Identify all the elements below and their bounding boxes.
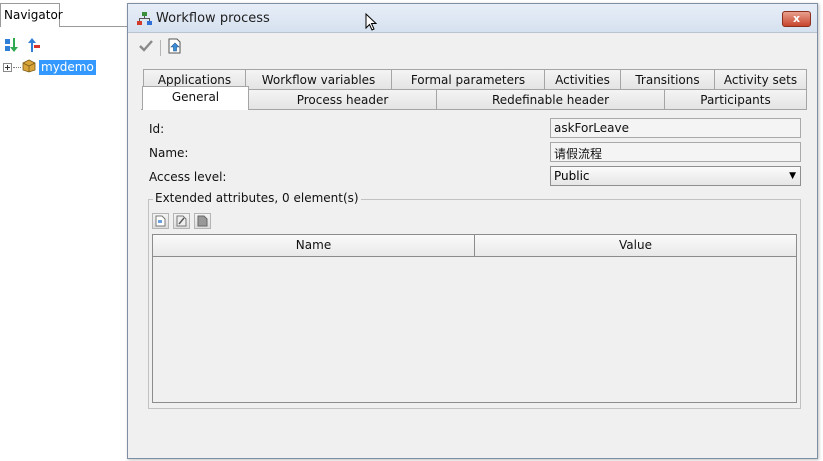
navigator-tab-label: Navigator — [4, 8, 63, 22]
navigator-toolbar — [4, 37, 40, 53]
package-icon — [22, 59, 36, 76]
navigator-tab-divider — [60, 26, 130, 27]
access-level-select[interactable]: Public ▼ — [550, 166, 801, 186]
new-attribute-button[interactable] — [152, 213, 169, 229]
navigator-tab[interactable]: Navigator — [0, 3, 63, 27]
navigator-tree: mydemo — [3, 59, 96, 76]
tab-general[interactable]: General — [142, 86, 249, 110]
move-up-icon[interactable] — [26, 37, 40, 53]
close-button[interactable]: x — [782, 11, 811, 27]
tab-workflow-variables[interactable]: Workflow variables — [245, 69, 392, 90]
tab-participants[interactable]: Participants — [664, 89, 807, 110]
id-label: Id: — [149, 122, 165, 136]
column-header-value[interactable]: Value — [475, 235, 796, 257]
tab-formal-parameters[interactable]: Formal parameters — [391, 69, 545, 90]
dialog-toolbar — [138, 38, 183, 57]
extended-attributes-toolbar — [152, 213, 211, 229]
name-field[interactable]: 请假流程 — [550, 142, 801, 162]
move-down-icon[interactable] — [4, 37, 18, 53]
new-document-icon — [155, 215, 166, 227]
delete-document-icon — [197, 215, 208, 227]
column-header-name[interactable]: Name — [153, 235, 475, 257]
tab-activities[interactable]: Activities — [544, 69, 621, 90]
access-level-value: Public — [554, 169, 590, 183]
tab-transitions[interactable]: Transitions — [620, 69, 715, 90]
extended-attributes-table[interactable]: Name Value — [152, 234, 797, 403]
extended-attributes-label: Extended attributes, 0 element(s) — [153, 191, 361, 205]
workflow-icon — [137, 12, 153, 29]
delete-attribute-button[interactable] — [194, 213, 211, 229]
export-document-icon[interactable] — [167, 38, 183, 57]
access-level-label: Access level: — [149, 170, 227, 184]
apply-checkmark-icon[interactable] — [138, 39, 154, 56]
id-field[interactable]: askForLeave — [550, 118, 801, 138]
dialog-titlebar[interactable]: Workflow process x — [128, 4, 817, 33]
mouse-pointer-icon — [365, 12, 378, 34]
expand-icon[interactable] — [3, 63, 12, 72]
tree-connector — [13, 66, 21, 69]
toolbar-separator — [160, 39, 161, 56]
tab-process-header[interactable]: Process header — [248, 89, 437, 110]
tab-redefinable-header[interactable]: Redefinable header — [436, 89, 665, 110]
edit-attribute-button[interactable] — [173, 213, 190, 229]
tree-item-mydemo[interactable]: mydemo — [39, 60, 96, 75]
chevron-down-icon: ▼ — [789, 171, 796, 181]
dialog-title: Workflow process — [156, 11, 270, 26]
name-label: Name: — [149, 146, 189, 160]
edit-document-icon — [176, 215, 187, 227]
tab-activity-sets[interactable]: Activity sets — [714, 69, 807, 90]
